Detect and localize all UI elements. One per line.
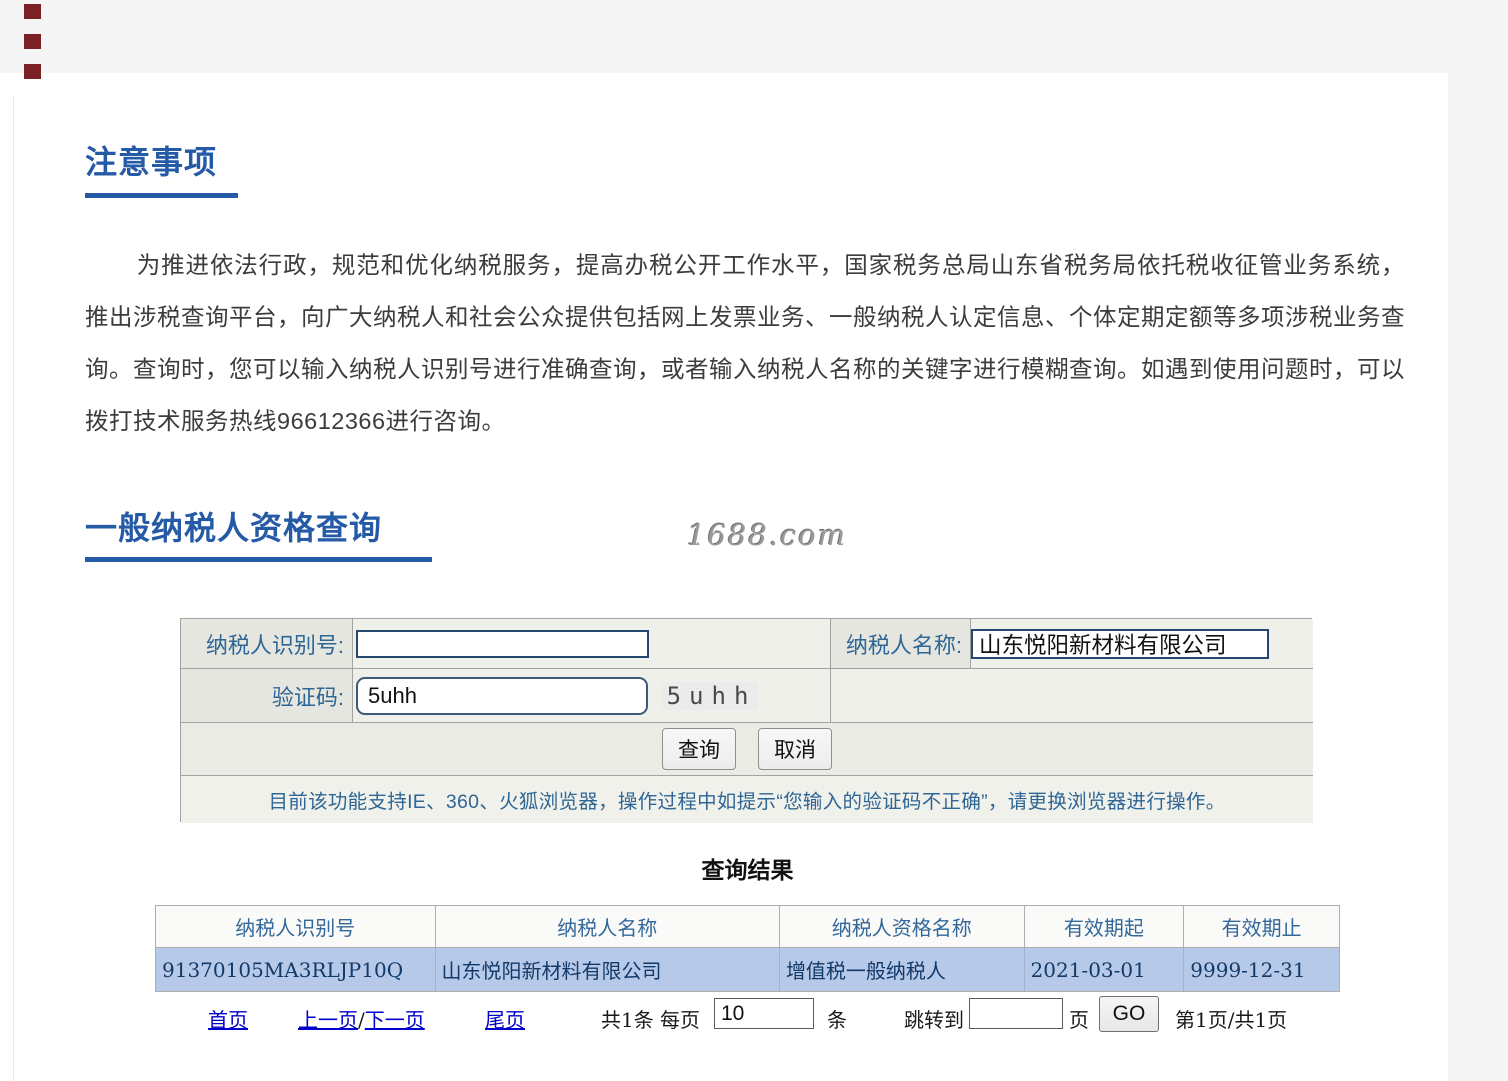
query-title-underline — [85, 557, 432, 562]
captcha-empty-cell — [831, 669, 1313, 723]
per-page-input[interactable] — [714, 998, 814, 1029]
top-gray-band — [0, 0, 1508, 73]
taxpayer-name-label: 纳税人名称: — [845, 632, 962, 658]
header-valid-from: 有效期起 — [1024, 906, 1185, 948]
captcha-input-cell: 5uhh — [353, 669, 831, 723]
last-page-link[interactable]: 尾页 — [485, 1008, 525, 1032]
notice-title-underline — [85, 193, 238, 198]
header-valid-to: 有效期止 — [1184, 906, 1340, 948]
total-count-text: 共1条 — [601, 1008, 654, 1032]
cell-valid-to: 9999-12-31 — [1190, 957, 1306, 982]
taxpayer-name-input[interactable] — [971, 628, 1269, 659]
cancel-button[interactable]: 取消 — [758, 728, 832, 770]
jump-unit: 页 — [1069, 1008, 1089, 1032]
table-row: 91370105MA3RLJP10Q 山东悦阳新材料有限公司 增值税一般纳税人 … — [156, 948, 1339, 991]
taxpayer-id-label-cell: 纳税人识别号: — [181, 619, 353, 669]
per-page-unit: 条 — [827, 1008, 847, 1032]
header-taxpayer-id: 纳税人识别号 — [156, 906, 436, 948]
notice-title: 注意事项 — [85, 144, 218, 180]
query-button[interactable]: 查询 — [662, 728, 736, 770]
right-gray-band — [1448, 73, 1508, 1081]
cell-valid-from: 2021-03-01 — [1025, 948, 1185, 991]
taxpayer-name-input-cell — [971, 619, 1313, 669]
query-form-table: 纳税人识别号: 纳税人名称: 验证码: 5uhh 查询 取消 目前该功能支持IE… — [180, 618, 1313, 823]
top-left-red-mark — [24, 64, 41, 79]
captcha-image[interactable]: 5uhh — [661, 681, 758, 710]
browser-note: 目前该功能支持IE、360、火狐浏览器，操作过程中如提示“您输入的验证码不正确”… — [268, 791, 1226, 813]
query-section-title: 一般纳税人资格查询 — [85, 510, 383, 546]
captcha-label-cell: 验证码: — [181, 669, 353, 723]
jump-label: 跳转到 — [904, 1008, 964, 1032]
go-button[interactable]: GO — [1099, 996, 1159, 1032]
prev-page-link[interactable]: 上一页 — [298, 1008, 358, 1032]
page: 注意事项 为推进依法行政，规范和优化纳税服务，提高办税公开工作水平，国家税务总局… — [0, 0, 1508, 1081]
browser-note-row: 目前该功能支持IE、360、火狐浏览器，操作过程中如提示“您输入的验证码不正确”… — [181, 776, 1313, 823]
results-header-row: 纳税人识别号 纳税人名称 纳税人资格名称 有效期起 有效期止 — [156, 906, 1340, 948]
cell-qualification: 增值税一般纳税人 — [780, 948, 1025, 991]
taxpayer-id-label: 纳税人识别号: — [205, 632, 344, 658]
content-left-border — [13, 95, 14, 1081]
top-left-red-mark — [24, 34, 41, 49]
results-table: 纳税人识别号 纳税人名称 纳税人资格名称 有效期起 有效期止 91370105M… — [155, 905, 1340, 992]
page-info: 第1页/共1页 — [1175, 1008, 1288, 1032]
taxpayer-id-input[interactable] — [356, 629, 649, 658]
header-taxpayer-name: 纳税人名称 — [435, 906, 780, 948]
cell-taxpayer-name: 山东悦阳新材料有限公司 — [436, 948, 780, 991]
per-page-label: 每页 — [660, 1008, 700, 1032]
captcha-input[interactable] — [356, 676, 648, 715]
notice-paragraph: 为推进依法行政，规范和优化纳税服务，提高办税公开工作水平，国家税务总局山东省税务… — [85, 252, 1405, 434]
watermark-1688: 1688.com — [687, 518, 848, 552]
header-qualification: 纳税人资格名称 — [779, 906, 1025, 948]
jump-page-input[interactable] — [969, 998, 1063, 1029]
captcha-label: 验证码: — [271, 684, 344, 710]
pagination-bar: 首页 上一页/下一页 尾页 共1条 每页 条 跳转到 页 GO 第1页/共1页 — [0, 995, 1448, 1037]
cell-taxpayer-id: 91370105MA3RLJP10Q — [156, 948, 436, 991]
next-page-link[interactable]: 下一页 — [365, 1008, 425, 1032]
first-page-link[interactable]: 首页 — [208, 1008, 248, 1032]
taxpayer-id-input-cell — [353, 619, 831, 669]
top-left-red-mark — [24, 4, 41, 19]
pagination-slash: / — [358, 1008, 365, 1032]
form-buttons-row: 查询 取消 — [181, 723, 1313, 776]
results-title: 查询结果 — [701, 857, 794, 884]
taxpayer-name-label-cell: 纳税人名称: — [831, 619, 971, 669]
